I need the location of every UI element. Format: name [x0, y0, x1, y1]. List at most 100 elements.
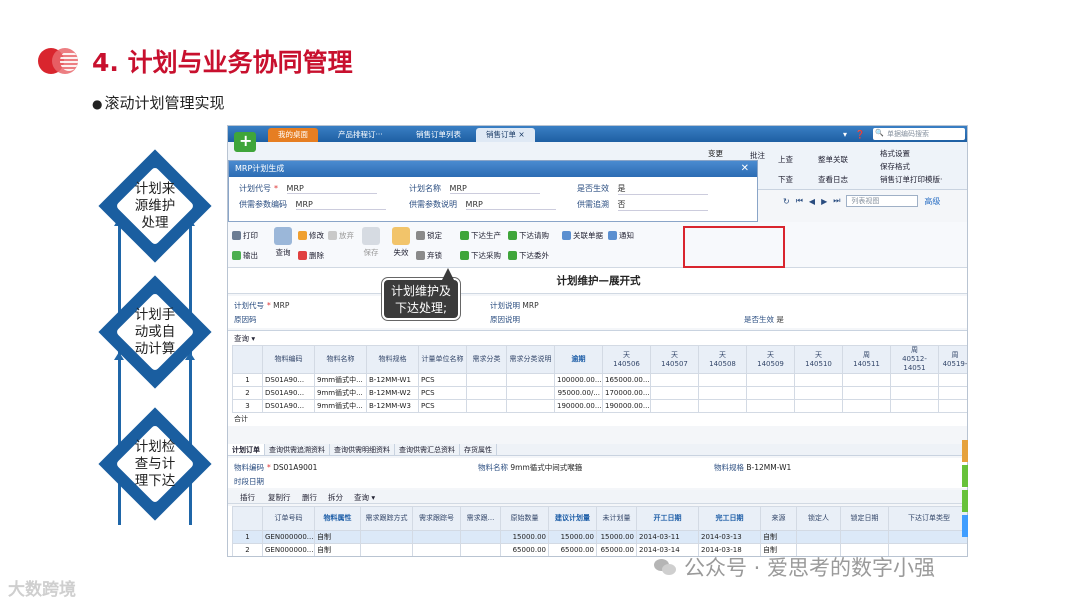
material-code-value[interactable]: DS01A9001 [273, 463, 317, 472]
table-cell[interactable] [460, 543, 501, 556]
table-cell[interactable]: B-12MM-W3 [366, 399, 419, 413]
table-cell[interactable]: 65000.00 [500, 543, 549, 556]
delete-button[interactable]: 删除 [298, 250, 324, 261]
table-cell[interactable] [890, 386, 939, 400]
table-cell[interactable] [842, 399, 891, 413]
table-cell[interactable]: GEN000000... [262, 530, 315, 544]
table-cell[interactable]: 15000.00 [596, 530, 637, 544]
column-header[interactable]: 订单号码 [262, 506, 315, 531]
output-button[interactable]: 输出 [232, 250, 258, 261]
table-row[interactable]: 3 DS01A90... 9mm循式中... B-12MM-W3 PCS 190000.0… [232, 399, 967, 413]
table-cell[interactable]: 9mm循式中... [314, 399, 367, 413]
view-log-button[interactable]: 查看日志 [818, 174, 848, 185]
subtab-plan-orders[interactable]: 计划订单 [228, 444, 265, 455]
table-cell[interactable] [842, 386, 891, 400]
table-cell[interactable] [842, 373, 891, 387]
column-header[interactable]: 天 140510 [794, 345, 843, 374]
modify-button[interactable]: 修改 [298, 230, 324, 241]
discard-lock-button[interactable]: 弃锁 [416, 250, 442, 261]
table-cell[interactable] [360, 530, 413, 544]
table-cell[interactable] [650, 399, 699, 413]
column-header[interactable]: 需求分类 [466, 345, 507, 374]
table-cell[interactable]: 自制 [314, 543, 361, 556]
table-cell[interactable]: 2 [232, 543, 263, 556]
supply-param-desc-field[interactable]: MRP [465, 200, 556, 210]
list-view-search[interactable]: 列表视图 [846, 195, 919, 207]
column-header[interactable]: 开工日期 [636, 506, 699, 531]
column-header[interactable]: 天 140507 [650, 345, 699, 374]
table-cell[interactable]: 3 [232, 399, 263, 413]
column-header[interactable]: 需求分类说明 [506, 345, 555, 374]
table-cell[interactable]: 190000.00... [554, 399, 603, 413]
plan-name-field[interactable]: MRP [449, 184, 540, 194]
table-cell[interactable]: 9mm循式中... [314, 386, 367, 400]
table-cell[interactable] [938, 399, 967, 413]
table-cell[interactable]: 65000.00 [548, 543, 597, 556]
refresh-icon[interactable]: ↻ [783, 197, 790, 206]
table-cell[interactable]: B-12MM-W1 [366, 373, 419, 387]
column-header[interactable]: 未计划量 [596, 506, 637, 531]
column-header[interactable]: 需求跟踪号 [412, 506, 461, 531]
lookup-up-button[interactable]: 上查 [778, 154, 793, 165]
issue-outsource-button[interactable]: 下达委外 [508, 250, 549, 261]
column-header[interactable]: 周 40512-14051 [890, 345, 939, 374]
column-header[interactable]: 来源 [760, 506, 797, 531]
column-header[interactable]: 天 140509 [746, 345, 795, 374]
plan-code-field[interactable]: MRP [286, 184, 377, 194]
table-cell[interactable]: 9mm循式中... [314, 373, 367, 387]
plan-desc-value[interactable]: MRP [522, 301, 538, 310]
table-cell[interactable] [794, 386, 843, 400]
table-cell[interactable]: 95000.00/... [554, 386, 603, 400]
column-header[interactable]: 周 40519- [938, 345, 967, 374]
column-header[interactable]: 物料规格 [366, 345, 419, 374]
table-row[interactable]: 1 GEN000000... 自制 15000.00 15000.00 15000.00 2… [232, 530, 967, 544]
save-format-button[interactable]: 保存格式 [880, 161, 910, 172]
column-header[interactable]: 周 140511 [842, 345, 891, 374]
table-cell[interactable] [360, 543, 413, 556]
dropdown-icon[interactable]: ▾ [843, 130, 847, 139]
material-spec-value[interactable]: B-12MM-W1 [746, 463, 791, 472]
split-button[interactable]: 拆分 [328, 492, 343, 503]
notify-button[interactable]: 通知 [608, 230, 634, 241]
print-button[interactable]: 打印 [232, 230, 258, 241]
doc-search-input[interactable]: 单据编码搜索 [873, 127, 965, 140]
table-cell[interactable] [650, 373, 699, 387]
column-header[interactable]: 下达订单类型 [888, 506, 967, 531]
table-cell[interactable] [698, 399, 747, 413]
column-header[interactable]: 物料属性 [314, 506, 361, 531]
table-cell[interactable]: 自制 [314, 530, 361, 544]
tab-sales-order-list[interactable]: 销售订单列表 [406, 128, 471, 142]
table-cell[interactable]: PCS [418, 399, 467, 413]
lock-button[interactable]: 锁定 [416, 230, 442, 241]
column-header[interactable]: 计量单位名称 [418, 345, 467, 374]
query-button[interactable]: 查询 [270, 224, 296, 264]
table-cell[interactable] [746, 399, 795, 413]
column-header[interactable]: 天 140508 [698, 345, 747, 374]
last-record-icon[interactable]: ⏭ [833, 196, 840, 206]
table-cell[interactable]: 1 [232, 373, 263, 387]
table-cell[interactable]: DS01A90... [262, 399, 315, 413]
table-row[interactable]: 2 DS01A90... 9mm循式中... B-12MM-W2 PCS 95000.00… [232, 386, 967, 400]
table-cell[interactable]: 165000.00... [602, 373, 651, 387]
table-cell[interactable] [466, 373, 507, 387]
column-header[interactable]: 锁定日期 [840, 506, 889, 531]
table-cell[interactable] [888, 530, 967, 544]
subtab-detail[interactable]: 查询供需明细资料 [330, 444, 395, 455]
column-header[interactable]: 锁定人 [796, 506, 841, 531]
table-cell[interactable]: 1 [232, 530, 263, 544]
column-header[interactable]: 完工日期 [698, 506, 761, 531]
invalid-button[interactable]: 失效 [388, 224, 414, 264]
tab-home[interactable]: 我的桌面 [268, 128, 318, 142]
abandon-button[interactable]: 放弃 [328, 230, 354, 241]
tab-production-schedule[interactable]: 产品排程订··· [328, 128, 393, 142]
table-cell[interactable] [794, 373, 843, 387]
table-cell[interactable] [412, 530, 461, 544]
effective-value[interactable]: 是 [776, 315, 784, 324]
print-template-button[interactable]: 销售订单打印模版· [880, 174, 942, 185]
table-cell[interactable]: PCS [418, 373, 467, 387]
table-cell[interactable] [796, 530, 841, 544]
table-cell[interactable]: 170000.00... [602, 386, 651, 400]
side-tab[interactable] [962, 490, 968, 512]
column-header[interactable]: 逾期 [554, 345, 603, 374]
table-cell[interactable] [460, 530, 501, 544]
